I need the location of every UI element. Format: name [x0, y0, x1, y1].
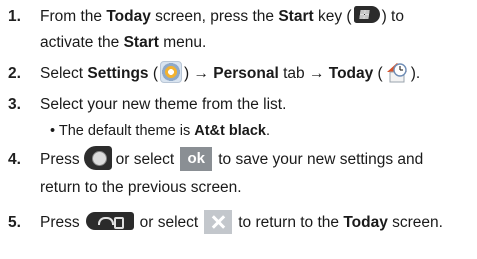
text: (	[373, 65, 383, 82]
text: Select your new theme from the list.	[40, 96, 287, 113]
step-1-line-1: From the Today screen, press the Start k…	[40, 4, 404, 29]
step-3-line-1: Select your new theme from the list.	[40, 92, 286, 117]
step-number: 4.	[8, 151, 21, 168]
step-4-line-2: return to the previous screen.	[40, 175, 242, 200]
text: tab →	[278, 65, 329, 82]
step-4-line-1: Press or select ok to save your new setting…	[40, 145, 424, 172]
text: (	[148, 65, 159, 82]
step-number: 1.	[8, 8, 21, 25]
close-x-icon	[204, 209, 233, 234]
text: activate the	[40, 34, 124, 51]
text: return to the previous screen.	[40, 179, 242, 196]
bold-start: Start	[123, 34, 159, 51]
text: Press	[40, 214, 80, 231]
text: From the	[40, 8, 107, 25]
bold-today: Today	[106, 8, 151, 25]
text: ).	[410, 65, 421, 82]
end-power-key-icon	[85, 211, 134, 230]
text: to save your new settings and	[218, 151, 424, 168]
text: screen, press the	[150, 8, 279, 25]
step-2-line-1: Select Settings ( ) → Personal tab → Toda…	[40, 60, 421, 86]
step-number: 3.	[8, 96, 21, 113]
step-number: 2.	[8, 65, 21, 82]
bold-today: Today	[328, 65, 374, 82]
text: key (	[313, 8, 352, 25]
ok-softkey-icon: ok	[180, 146, 213, 171]
step-3-bullet: • The default theme is At&t black.	[50, 119, 270, 144]
text: .	[265, 123, 270, 139]
bold-theme-name: At&t black	[194, 123, 266, 139]
text: Select	[40, 65, 88, 82]
today-house-clock-icon	[385, 61, 409, 83]
text: menu.	[158, 34, 207, 51]
step-1-line-2: activate the Start menu.	[40, 30, 206, 55]
step-5-line-1: Press or select to return to the Today scr…	[40, 209, 443, 235]
instructions-document: 1. From the Today screen, press the Star…	[0, 0, 477, 259]
text: Press	[40, 151, 80, 168]
round-select-key-icon	[83, 145, 112, 170]
bold-settings: Settings	[87, 65, 149, 82]
bold-today: Today	[343, 214, 388, 231]
text: ) →	[184, 65, 214, 82]
settings-icon	[160, 60, 183, 83]
step-number: 5.	[8, 214, 21, 231]
text: screen.	[387, 214, 443, 231]
bold-start: Start	[278, 8, 314, 25]
text: or select	[139, 214, 199, 231]
text: to return to the	[238, 214, 344, 231]
windows-start-key-icon	[353, 6, 380, 24]
text: • The default theme is	[50, 123, 195, 139]
text: ) to	[381, 8, 404, 25]
bold-personal: Personal	[213, 65, 279, 82]
text: or select	[115, 151, 175, 168]
